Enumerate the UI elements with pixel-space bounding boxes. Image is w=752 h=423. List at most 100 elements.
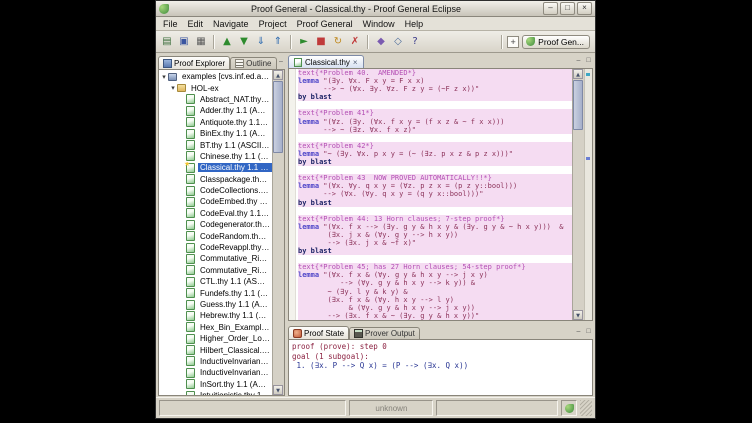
scroll-down-icon[interactable]: ▼ xyxy=(573,310,583,320)
editor-line[interactable]: lemma "(∀x. f x & (∀y. g y & h x y --> j… xyxy=(298,271,572,279)
menu-file[interactable]: File xyxy=(158,19,183,29)
editor-line[interactable]: by blast xyxy=(298,247,572,255)
tree-item[interactable]: Hilbert_Classical.thy 1.1 (ASCII) xyxy=(159,344,272,355)
editor-scroll-thumb[interactable] xyxy=(573,80,583,130)
panel-minimize-icon[interactable]: – xyxy=(574,328,583,337)
tree-item[interactable]: Intuitionistic.thy 1.1 (ASCII -kkv) xyxy=(159,390,272,395)
proof-state-content[interactable]: proof (prove): step 0goal (1 subgoal): 1… xyxy=(288,339,593,396)
tree-item[interactable]: Antiquote.thy 1.1 (ASCII -kkv) xyxy=(159,117,272,128)
editor-line[interactable]: lemma "~ (∃y. ∀x. p x y = (~ (∃z. p x z … xyxy=(298,150,572,158)
tree-item[interactable]: CodeCollections.thy 1.1 (ASCII -kkv) xyxy=(159,185,272,196)
open-perspective-icon[interactable]: + xyxy=(507,36,519,48)
editor-line[interactable]: by blast xyxy=(298,93,572,101)
editor-line[interactable]: text{*Problem 40. AMENDED*} xyxy=(298,69,572,77)
editor-line[interactable]: text{*Problem 41*} xyxy=(298,109,572,117)
titlebar[interactable]: Proof General - Classical.thy - Proof Ge… xyxy=(156,1,595,17)
close-tab-icon[interactable]: × xyxy=(353,58,358,67)
editor-line[interactable]: by blast xyxy=(298,158,572,166)
tree-item[interactable]: CodeEval.thy 1.1 (ASCII -kkv) xyxy=(159,208,272,219)
tree-item[interactable]: CodeEmbed.thy 1.1 (ASCII -kkv) xyxy=(159,196,272,207)
tree-item[interactable]: ★Classical.thy 1.1 (ASCII -kkv) xyxy=(159,162,272,173)
explorer-scroll-thumb[interactable] xyxy=(273,81,283,153)
pg-status-icon[interactable] xyxy=(565,404,574,413)
editor-line[interactable]: (∃x. j x & (∀y. g y --> h x y)) xyxy=(298,231,572,239)
overview-mark[interactable] xyxy=(586,73,590,76)
next-step-button[interactable]: ▼ xyxy=(236,34,252,50)
tree-item[interactable]: BT.thy 1.1 (ASCII -kkv) xyxy=(159,139,272,150)
resize-grip[interactable] xyxy=(580,400,592,416)
perspective-button[interactable]: Proof Gen... xyxy=(522,35,590,49)
stop-prover-button[interactable]: ■ xyxy=(313,34,329,50)
menu-project[interactable]: Project xyxy=(254,19,292,29)
scroll-up-icon[interactable]: ▲ xyxy=(573,69,583,79)
menu-proof-general[interactable]: Proof General xyxy=(292,19,358,29)
editor-line[interactable]: & (∀y. g y & h x y --> j x y)) xyxy=(298,304,572,312)
editor-line[interactable]: --> ~ (∃z. ∀x. f x z)" xyxy=(298,126,572,134)
tree-item[interactable]: Classpackage.thy 1.1 (ASCII -kkv) xyxy=(159,174,272,185)
editor-line[interactable] xyxy=(298,255,572,263)
editor-line[interactable] xyxy=(298,207,572,215)
editor-maximize-icon[interactable]: □ xyxy=(584,57,593,66)
tree-item[interactable]: ▾HOL-ex xyxy=(159,82,272,93)
editor-line[interactable]: --> ~ (∀x. ∃y. ∀z. F z y = (~F z x))" xyxy=(298,85,572,93)
start-prover-button[interactable]: ► xyxy=(296,34,312,50)
overview-mark[interactable] xyxy=(586,157,590,160)
tree-item[interactable]: CodeRandom.thy 1.1 (ASCII -kkv) xyxy=(159,230,272,241)
editor-line[interactable]: --> (∃x. f x & ~ (∃y. g y & h x y))" xyxy=(298,312,572,320)
tree-item[interactable]: InductiveInvariant.thy 1.1 (ASCII) xyxy=(159,367,272,378)
editor-line[interactable]: --> (∀x. (∀y. q x y = (q y x::bool)))" xyxy=(298,190,572,198)
editor-minimize-icon[interactable]: – xyxy=(574,57,583,66)
tab-classical-thy[interactable]: Classical.thy × xyxy=(288,55,364,68)
maximize-button[interactable]: □ xyxy=(560,2,575,15)
save-button[interactable]: ▣ xyxy=(176,34,192,50)
editor-line[interactable]: --> (∀y. g y & h x y --> k y)) & xyxy=(298,279,572,287)
tab-proof-state[interactable]: Proof State xyxy=(288,326,349,339)
close-button[interactable]: × xyxy=(577,2,592,15)
tree-item[interactable]: InSort.thy 1.1 (ASCII -kkv) xyxy=(159,379,272,390)
editor-scrollbar[interactable]: ▲ ▼ xyxy=(572,69,584,320)
tree-item[interactable]: Adder.thy 1.1 (ASCII -kkv) xyxy=(159,105,272,116)
undo-all-button[interactable]: ⇑ xyxy=(270,34,286,50)
tree-item[interactable]: Fundefs.thy 1.1 (ASCII -kkv) xyxy=(159,287,272,298)
tab-proof-explorer[interactable]: Proof Explorer xyxy=(158,56,230,69)
tree-item[interactable]: Chinese.thy 1.1 (ASCII -kkv) xyxy=(159,151,272,162)
editor-line[interactable] xyxy=(298,101,572,109)
minimize-button[interactable]: – xyxy=(543,2,558,15)
editor-line[interactable]: text{*Problem 44: 13 Horn clauses; 7-ste… xyxy=(298,215,572,223)
tree-item[interactable]: BinEx.thy 1.1 (ASCII -kkv) xyxy=(159,128,272,139)
editor-line[interactable]: lemma "(∀z. (∃y. (∀x. f x y = (f x z & ~… xyxy=(298,118,572,126)
tree-item[interactable]: Hebrew.thy 1.1 (ASCII -kkv) xyxy=(159,310,272,321)
panel-maximize-icon[interactable]: □ xyxy=(584,328,593,337)
editor-line[interactable] xyxy=(298,134,572,142)
editor-text[interactable]: text{*Problem 40. AMENDED*}lemma "(∃y. ∀… xyxy=(296,69,572,320)
tree-item[interactable]: CTL.thy 1.1 (ASCII -kkv) xyxy=(159,276,272,287)
menu-help[interactable]: Help xyxy=(400,19,429,29)
interrupt-button[interactable]: ✗ xyxy=(347,34,363,50)
tree-item[interactable]: InductiveInvariant_examples.thy 1.1 xyxy=(159,356,272,367)
editor-line[interactable]: ~ (∃y. l y & k y) & xyxy=(298,288,572,296)
tree-item[interactable]: Guess.thy 1.1 (ASCII -kkv) xyxy=(159,299,272,310)
tree-item[interactable]: CodeRevappl.thy 1.1 (ASCII -kkv) xyxy=(159,242,272,253)
print-button[interactable]: ▦ xyxy=(193,34,209,50)
undo-step-button[interactable]: ▲ xyxy=(219,34,235,50)
expander-icon[interactable]: ▾ xyxy=(169,84,177,92)
tree-item[interactable]: Codegenerator.thy 1.1 (ASCII -kkv) xyxy=(159,219,272,230)
editor-line[interactable]: lemma "(∀x. f x --> (∃y. g y & h x y & (… xyxy=(298,223,572,231)
find-theorems-button[interactable]: ◇ xyxy=(390,34,406,50)
tree-item[interactable]: Hex_Bin_Examples.thy 1.1 (ASCII) xyxy=(159,322,272,333)
tree-item[interactable]: Commutative_Ring_Complete.thy 1.1 xyxy=(159,253,272,264)
editor-line[interactable]: (∃x. f x & (∀y. h x y --> l y) xyxy=(298,296,572,304)
tree-item[interactable]: Higher_Order_Logic.thy 1.1 (ASCII) xyxy=(159,333,272,344)
explorer-scrollbar[interactable]: ▲ ▼ xyxy=(272,70,284,395)
editor-line[interactable] xyxy=(298,166,572,174)
tab-prover-output[interactable]: Prover Output xyxy=(349,327,420,339)
editor-line[interactable]: text{*Problem 42*} xyxy=(298,142,572,150)
menu-window[interactable]: Window xyxy=(358,19,400,29)
editor-line[interactable]: text{*Problem 43 NOW PROVED AUTOMATICALL… xyxy=(298,174,572,182)
scroll-down-icon[interactable]: ▼ xyxy=(273,385,283,395)
tab-outline[interactable]: Outline xyxy=(230,57,276,69)
menu-navigate[interactable]: Navigate xyxy=(208,19,254,29)
new-wizard-button[interactable]: ▤ xyxy=(159,34,175,50)
tree-item[interactable]: Commutative_RingEx.thy 1.1 (ASCII) xyxy=(159,265,272,276)
editor-line[interactable]: lemma "(∀x. ∀y. q x y = (∀z. p z x = (p … xyxy=(298,182,572,190)
